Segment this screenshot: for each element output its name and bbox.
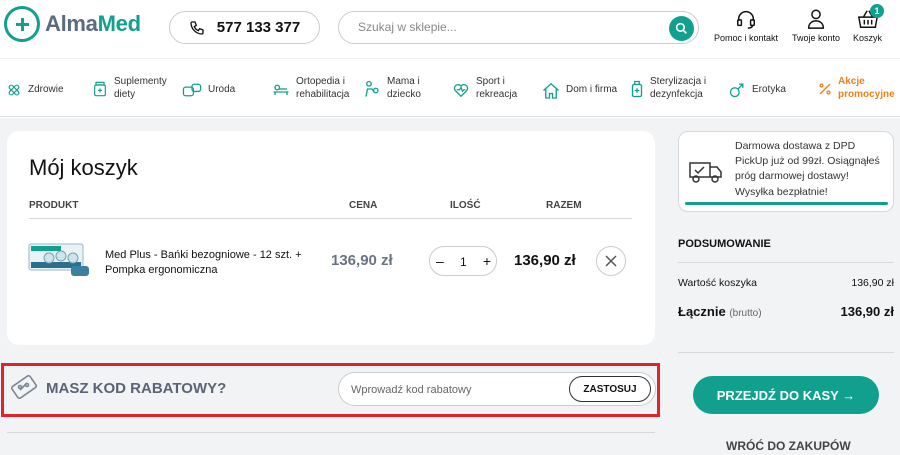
continue-shopping-link[interactable]: WRÓĆ DO ZAKUPÓW	[726, 439, 851, 453]
cart-label: Koszyk	[853, 33, 883, 43]
coupon-icon	[10, 374, 38, 400]
logo-plus-icon	[4, 6, 40, 42]
free-shipping-progress	[685, 202, 888, 205]
grand-total-label: Łącznie (brutto)	[678, 304, 762, 319]
nav-item-mama[interactable]: Mama i dziecko	[363, 76, 433, 101]
grand-total-note: (brutto)	[729, 308, 762, 319]
orthopedics-icon	[273, 84, 289, 95]
free-shipping-text: Darmowa dostawa z DPD PickUp już od 99zł…	[735, 140, 880, 198]
quantity-stepper: – 1 +	[429, 246, 497, 276]
account-link[interactable]: Twoje konto	[792, 8, 840, 43]
search-button[interactable]	[669, 16, 694, 41]
nav-item-uroda[interactable]: Uroda	[182, 82, 235, 98]
beauty-icon	[182, 83, 202, 97]
home-icon	[543, 82, 559, 99]
summary-divider-bottom	[678, 352, 894, 353]
search-input[interactable]	[358, 20, 658, 34]
logo-text-alma: Alma	[45, 11, 98, 36]
category-nav: Zdrowie Suplementy diety Uroda Ortopedia…	[0, 58, 900, 118]
search-bar	[338, 11, 699, 44]
nav-item-sport[interactable]: Sport i rekreacja	[452, 76, 527, 101]
help-label: Pomoc i kontakt	[714, 33, 779, 43]
erotica-icon	[729, 83, 744, 98]
logo[interactable]: AlmaMed	[4, 6, 141, 42]
discount-label: MASZ KOD RABATOWY?	[46, 380, 227, 397]
nav-item-erotyka[interactable]: Erotyka	[728, 82, 786, 98]
nav-item-promocje[interactable]: Akcje promocyjne	[818, 76, 900, 101]
grand-total-value: 136,90 zł	[840, 304, 895, 319]
nav-item-zdrowie[interactable]: Zdrowie	[6, 82, 64, 98]
sport-icon	[453, 83, 469, 97]
nav-item-suplementy[interactable]: Suplementy diety	[92, 76, 172, 101]
phone-button[interactable]: 577 133 377	[169, 11, 320, 44]
quantity-increase-button[interactable]: +	[483, 253, 491, 269]
product-name[interactable]: Med Plus - Bańki bezogniowe - 12 szt. + …	[105, 248, 315, 278]
supplements-icon	[94, 81, 106, 96]
product-price: 136,90 zł	[331, 252, 393, 269]
product-line-total: 136,90 zł	[514, 252, 576, 269]
column-header-product: PRODUKT	[29, 200, 79, 211]
help-contact-link[interactable]: Pomoc i kontakt	[714, 8, 778, 43]
cart-count-badge: 1	[870, 4, 885, 18]
nav-item-dom[interactable]: Dom i firma	[542, 82, 617, 99]
quantity-decrease-button[interactable]: –	[436, 253, 444, 269]
table-header-divider	[29, 218, 632, 219]
remove-item-button[interactable]	[596, 246, 626, 276]
percent-icon	[819, 82, 831, 95]
nav-item-sterylizacja[interactable]: Sterylizacja i dezynfekcja	[630, 76, 720, 101]
discount-field: ZASTOSUJ	[338, 372, 656, 406]
delivery-truck-icon	[689, 162, 722, 183]
account-label: Twoje konto	[792, 33, 841, 43]
cart-panel: Mój koszyk PRODUKT CENA ILOŚĆ RAZEM Med …	[7, 131, 655, 345]
quantity-value[interactable]: 1	[460, 255, 467, 269]
summary-divider-top	[678, 262, 894, 263]
header: AlmaMed 577 133 377 Pomoc i kontakt Twoj…	[0, 0, 900, 58]
checkout-button[interactable]: PRZEJDŹ DO KASY →	[693, 376, 879, 414]
health-icon	[8, 84, 20, 96]
discount-code-input[interactable]	[351, 384, 551, 396]
user-icon	[807, 9, 825, 29]
summary-title: PODSUMOWANIE	[678, 238, 771, 250]
product-image[interactable]	[27, 236, 91, 280]
apply-discount-button[interactable]: ZASTOSUJ	[569, 376, 651, 402]
column-header-price: CENA	[349, 200, 378, 211]
free-shipping-notice: Darmowa dostawa z DPD PickUp już od 99zł…	[678, 131, 894, 212]
search-icon	[675, 22, 687, 34]
column-header-quantity: ILOŚĆ	[450, 200, 481, 211]
phone-icon	[190, 20, 204, 35]
sterilization-icon	[631, 80, 643, 97]
nav-item-ortopedia[interactable]: Ortopedia i rehabilitacja	[272, 76, 357, 101]
logo-text-med: Med	[97, 11, 141, 36]
cart-value: 136,90 zł	[851, 277, 894, 289]
page-title: Mój koszyk	[29, 155, 138, 180]
discount-code-section: MASZ KOD RABATOWY? ZASTOSUJ	[1, 363, 660, 417]
close-icon	[605, 255, 617, 267]
cart-value-label: Wartość koszyka	[678, 277, 757, 289]
column-header-total: RAZEM	[546, 200, 582, 211]
headset-icon	[737, 11, 755, 29]
cart-link[interactable]: Koszyk 1	[853, 4, 885, 43]
mother-child-icon	[365, 80, 379, 97]
phone-number: 577 133 377	[216, 19, 301, 36]
nav-divider	[0, 116, 900, 117]
cart-bottom-divider	[7, 432, 655, 433]
